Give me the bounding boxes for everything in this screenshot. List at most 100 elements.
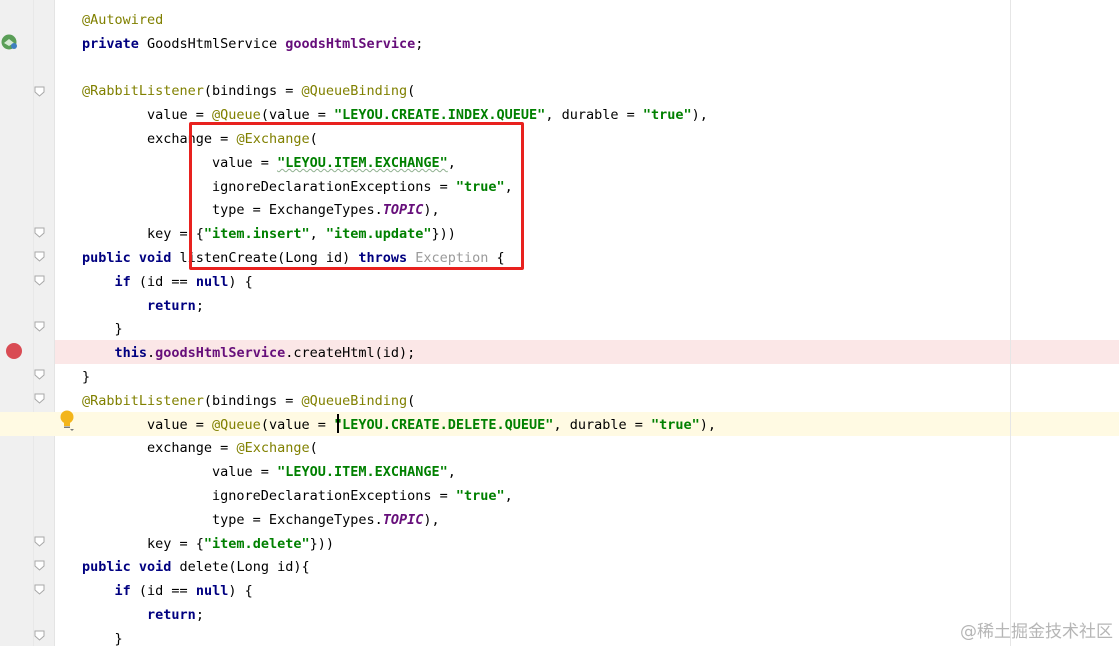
code-line[interactable]: if (id == null) { [82, 270, 253, 294]
lightbulb-icon[interactable] [58, 409, 76, 431]
code-token: private [82, 35, 148, 52]
code-token: "LEYOU.CREATE.INDEX.QUEUE" [333, 107, 546, 124]
code-token: , durable = [553, 416, 651, 433]
code-token: return [147, 297, 196, 314]
code-token: value = [82, 464, 278, 481]
code-line[interactable]: @RabbitListener(bindings = @QueueBinding… [82, 389, 415, 413]
fold-marker-icon[interactable] [34, 630, 45, 641]
watermark: @稀土掘金技术社区 [960, 622, 1113, 642]
code-line[interactable]: } [82, 627, 123, 651]
code-line[interactable]: if (id == null) { [82, 579, 253, 603]
code-token: null [195, 583, 229, 600]
text-caret [337, 414, 339, 433]
code-token: ), [691, 107, 708, 124]
editor-gutter[interactable] [0, 0, 54, 646]
code-token: "true" [642, 107, 692, 124]
code-token: "true" [455, 488, 505, 504]
code-token: "LEYOU.ITEM.EXCHANGE" [277, 464, 448, 481]
fold-marker-icon[interactable] [34, 584, 45, 595]
code-token: "true" [650, 416, 700, 433]
code-token: null [195, 273, 229, 290]
fold-marker-icon[interactable] [34, 393, 45, 404]
code-token: (id == [138, 583, 196, 600]
fold-marker-icon[interactable] [34, 321, 45, 332]
code-token: GoodsHtmlService [147, 35, 286, 52]
code-token: key = { [82, 226, 204, 243]
code-token: value = [82, 107, 213, 124]
code-line[interactable]: key = {"item.delete"})) [82, 532, 334, 556]
code-token: (id == [138, 273, 196, 290]
right-margin-guide [1010, 0, 1011, 646]
code-token: if [114, 273, 139, 290]
code-token: @RabbitListener [82, 392, 204, 409]
code-line[interactable]: @RabbitListener(bindings = @QueueBinding… [82, 79, 415, 103]
code-line[interactable]: this.goodsHtmlService.createHtml(id); [82, 341, 416, 365]
code-token: public void [82, 559, 180, 576]
code-token: ), [423, 511, 440, 528]
code-line[interactable]: @Autowired [82, 8, 163, 32]
code-token: exchange = [82, 440, 237, 457]
code-token: TOPIC [382, 511, 424, 528]
code-token: })) [309, 535, 334, 552]
code-token: @Queue [212, 107, 261, 124]
fold-marker-icon[interactable] [34, 369, 45, 380]
code-token: @Autowired [82, 12, 164, 28]
code-line[interactable]: value = "LEYOU.ITEM.EXCHANGE", [82, 460, 456, 484]
code-token: @Queue [212, 416, 261, 433]
code-line[interactable]: return; [82, 603, 204, 627]
code-token: goodsHtmlService [285, 35, 416, 52]
code-token: delete(Long id){ [179, 559, 310, 576]
code-token: @RabbitListener [82, 83, 204, 100]
code-token: , durable = [545, 107, 643, 124]
code-token: @Exchange [236, 440, 310, 457]
code-token: ( [407, 392, 416, 409]
code-token: ) { [228, 583, 253, 600]
code-token: @QueueBinding [301, 83, 408, 100]
code-token: ) { [228, 273, 253, 290]
rabbit-listener-gutter-icon[interactable] [0, 33, 18, 51]
code-line[interactable]: public void delete(Long id){ [82, 555, 310, 579]
code-token: (bindings = [203, 83, 302, 100]
code-token: value = [82, 416, 213, 433]
code-token: ( [309, 440, 318, 457]
code-token: } [82, 321, 123, 338]
code-token: goodsHtmlService [155, 345, 286, 362]
breakpoint-icon[interactable] [6, 343, 22, 359]
code-line[interactable]: exchange = @Exchange( [82, 436, 318, 460]
code-token: this [114, 345, 148, 362]
code-token: } [82, 369, 91, 385]
code-token: (bindings = [203, 392, 302, 409]
code-line[interactable]: ignoreDeclarationExceptions = "true", [82, 484, 513, 508]
code-line[interactable]: type = ExchangeTypes.TOPIC), [82, 508, 440, 532]
code-token: , [447, 464, 456, 481]
code-token: , [504, 488, 513, 504]
code-token: "item.delete" [203, 535, 310, 552]
code-token: if [114, 583, 139, 600]
code-token: ; [415, 35, 424, 52]
gutter-separator [54, 0, 55, 646]
code-line[interactable]: } [82, 317, 123, 341]
fold-marker-icon[interactable] [34, 251, 45, 262]
fold-marker-icon[interactable] [34, 536, 45, 547]
code-token: ( [407, 83, 416, 100]
code-line[interactable]: } [82, 365, 90, 389]
code-token: (value = [260, 416, 334, 433]
code-token: return [147, 607, 196, 623]
code-line[interactable]: return; [82, 294, 204, 318]
code-line[interactable]: private GoodsHtmlService goodsHtmlServic… [82, 32, 423, 56]
code-token: @QueueBinding [301, 392, 408, 409]
code-token: ), [699, 416, 717, 433]
highlight-box [189, 122, 524, 270]
fold-marker-icon[interactable] [34, 86, 45, 97]
fold-marker-icon[interactable] [34, 227, 45, 238]
fold-marker-icon[interactable] [34, 560, 45, 571]
code-token: key = { [82, 535, 204, 552]
code-token: } [82, 630, 123, 647]
code-line[interactable]: value = @Queue(value = "LEYOU.CREATE.DEL… [82, 413, 716, 437]
fold-marker-icon[interactable] [34, 275, 45, 286]
